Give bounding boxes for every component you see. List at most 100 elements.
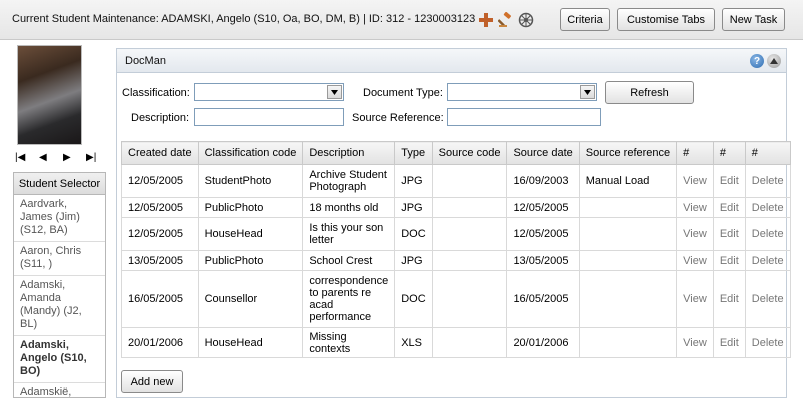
column-header[interactable]: Created date: [121, 141, 199, 165]
edit-link[interactable]: Edit: [712, 164, 746, 198]
table-row[interactable]: 12/05/2005 StudentPhoto Archive Student Ph…: [121, 164, 791, 198]
created-date-cell: 20/01/2006: [121, 327, 199, 358]
type-cell: DOC: [394, 217, 433, 251]
edit-link[interactable]: Edit: [712, 250, 746, 271]
column-header[interactable]: #: [744, 141, 791, 165]
student-list: Aardvark, James (Jim) (S12, BA) Aaron, Ch…: [14, 195, 105, 397]
page-title: Current Student Maintenance: ADAMSKI, An…: [12, 13, 476, 25]
created-date-cell: 13/05/2005: [121, 250, 199, 271]
description-input[interactable]: [194, 108, 344, 126]
edit-link[interactable]: Edit: [712, 270, 746, 328]
column-header[interactable]: Type: [394, 141, 433, 165]
delete-link[interactable]: Delete: [744, 164, 791, 198]
delete-link[interactable]: Delete: [744, 327, 791, 358]
criteria-button[interactable]: Criteria: [560, 8, 610, 31]
source-reference-cell: [578, 270, 678, 328]
type-cell: JPG: [394, 164, 433, 198]
source-reference-cell: [578, 250, 678, 271]
document-type-select[interactable]: [447, 83, 597, 101]
student-list-item[interactable]: Aardvark, James (Jim) (S12, BA): [14, 195, 105, 242]
add-new-button[interactable]: Add new: [121, 370, 183, 393]
column-header[interactable]: Description: [302, 141, 396, 165]
description-cell: School Crest: [302, 250, 396, 271]
source-date-cell: 20/01/2006: [506, 327, 580, 358]
gavel-icon[interactable]: [498, 12, 514, 28]
description-cell: Missing contexts: [302, 327, 396, 358]
classification-label: Classification:: [122, 87, 190, 99]
table-row[interactable]: 20/01/2006 HouseHead Missing contexts XLS 20…: [121, 327, 791, 358]
edit-link[interactable]: Edit: [712, 197, 746, 218]
classification-cell: Counsellor: [197, 270, 304, 328]
source-date-cell: 13/05/2005: [506, 250, 580, 271]
add-icon[interactable]: [478, 12, 494, 28]
table-row[interactable]: 13/05/2005 PublicPhoto School Crest JPG 13/0…: [121, 250, 791, 271]
source-code-cell: [431, 217, 508, 251]
classification-select[interactable]: [194, 83, 344, 101]
documents-table: Created date Classification code Descripti…: [121, 141, 791, 358]
source-code-cell: [431, 164, 508, 198]
description-cell: Is this your son letter: [302, 217, 396, 251]
settings-wheel-icon[interactable]: [518, 12, 534, 28]
source-code-cell: [431, 327, 508, 358]
column-header[interactable]: Source code: [431, 141, 508, 165]
description-cell: Archive Student Photograph: [302, 164, 396, 198]
delete-link[interactable]: Delete: [744, 217, 791, 251]
source-code-cell: [431, 197, 508, 218]
chevron-down-icon[interactable]: [580, 85, 595, 99]
table-header-row: Created date Classification code Descripti…: [121, 141, 791, 165]
customise-tabs-button[interactable]: Customise Tabs: [617, 8, 715, 31]
created-date-cell: 12/05/2005: [121, 164, 199, 198]
created-date-cell: 12/05/2005: [121, 217, 199, 251]
view-link[interactable]: View: [676, 270, 714, 328]
column-header[interactable]: #: [712, 141, 746, 165]
source-reference-cell: Manual Load: [578, 164, 678, 198]
student-list-item[interactable]: Aaron, Chris (S11, ): [14, 242, 105, 276]
student-selector: Student Selector Aardvark, James (Jim) (…: [13, 172, 106, 398]
chevron-down-icon[interactable]: [327, 85, 342, 99]
type-cell: JPG: [394, 197, 433, 218]
source-reference-cell: [578, 217, 678, 251]
next-record-button[interactable]: ▶: [63, 152, 71, 163]
column-header[interactable]: Source date: [506, 141, 580, 165]
classification-cell: PublicPhoto: [197, 197, 304, 218]
student-list-item[interactable]: Adamski, Angelo (S10, BO): [14, 336, 105, 383]
created-date-cell: 16/05/2005: [121, 270, 199, 328]
docman-panel: DocMan ? Classification: Document Type: …: [116, 48, 791, 398]
prev-record-button[interactable]: ◀: [39, 152, 47, 163]
first-record-button[interactable]: |◀: [15, 152, 25, 163]
delete-link[interactable]: Delete: [744, 250, 791, 271]
source-reference-input[interactable]: [447, 108, 601, 126]
table-row[interactable]: 12/05/2005 HouseHead Is this your son lett…: [121, 217, 791, 251]
source-reference-cell: [578, 197, 678, 218]
description-cell: 18 months old: [302, 197, 396, 218]
edit-link[interactable]: Edit: [712, 217, 746, 251]
view-link[interactable]: View: [676, 197, 714, 218]
source-code-cell: [431, 270, 508, 328]
refresh-button[interactable]: Refresh: [605, 81, 694, 104]
delete-link[interactable]: Delete: [744, 270, 791, 328]
collapse-icon[interactable]: [767, 54, 781, 68]
view-link[interactable]: View: [676, 164, 714, 198]
table-row[interactable]: 16/05/2005 Counsellor correspondence to pa…: [121, 270, 791, 328]
column-header[interactable]: Source reference: [578, 141, 678, 165]
source-date-cell: 12/05/2005: [506, 217, 580, 251]
description-label: Description:: [131, 112, 190, 124]
view-link[interactable]: View: [676, 217, 714, 251]
edit-link[interactable]: Edit: [712, 327, 746, 358]
column-header[interactable]: Classification code: [197, 141, 304, 165]
last-record-button[interactable]: ▶|: [86, 152, 96, 163]
type-cell: DOC: [394, 270, 433, 328]
student-list-item[interactable]: Adamski, Amanda (Mandy) (J2, BL): [14, 276, 105, 336]
view-link[interactable]: View: [676, 327, 714, 358]
classification-cell: HouseHead: [197, 217, 304, 251]
table-row[interactable]: 12/05/2005 PublicPhoto 18 months old JPG 12/…: [121, 197, 791, 218]
view-link[interactable]: View: [676, 250, 714, 271]
top-bar: Current Student Maintenance: ADAMSKI, An…: [0, 0, 803, 40]
help-icon[interactable]: ?: [750, 54, 764, 68]
classification-cell: StudentPhoto: [197, 164, 304, 198]
delete-link[interactable]: Delete: [744, 197, 791, 218]
column-header[interactable]: #: [676, 141, 714, 165]
new-task-button[interactable]: New Task: [722, 8, 785, 31]
docman-header: DocMan ?: [117, 49, 786, 73]
student-list-item[interactable]: Adamskië, Williamä (ëä): [14, 383, 105, 397]
